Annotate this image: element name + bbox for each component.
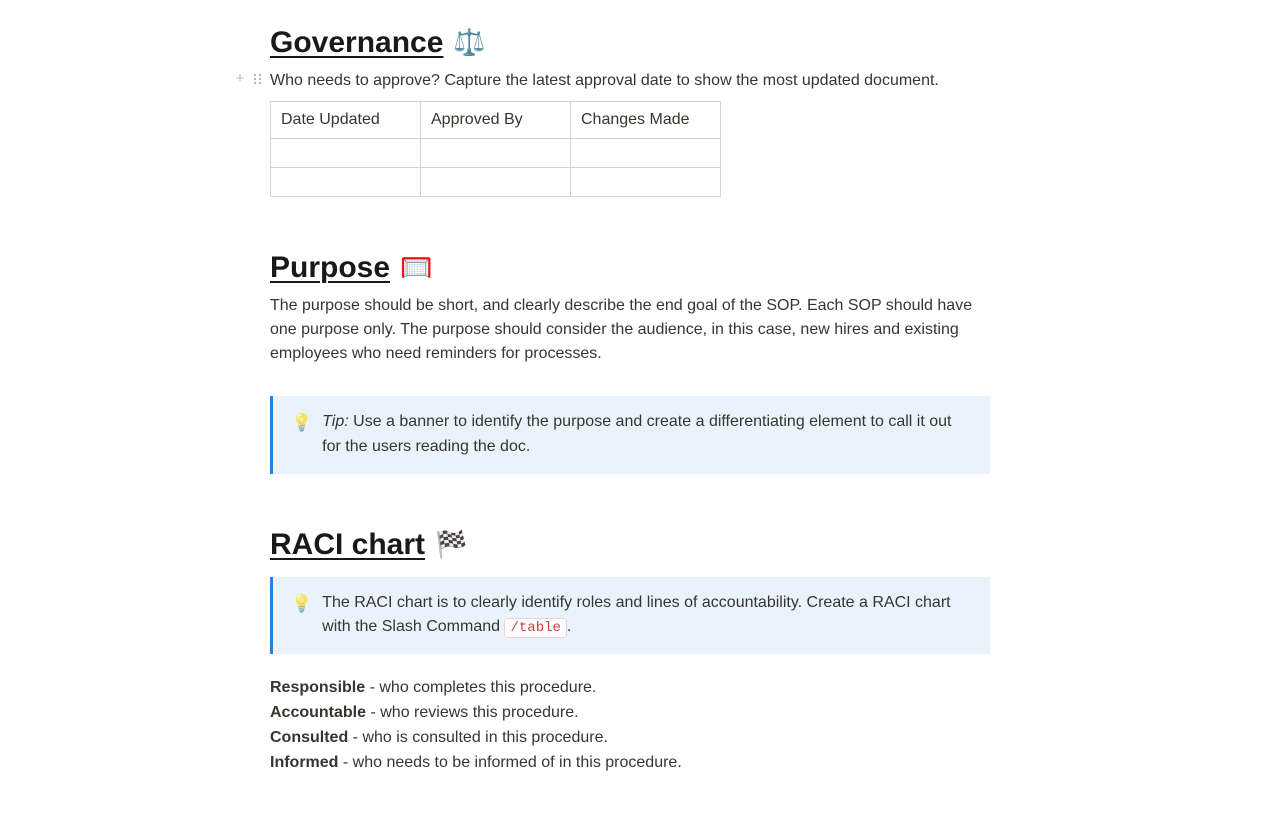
- table-header-row: Date Updated Approved By Changes Made: [271, 102, 721, 139]
- raci-callout[interactable]: 💡 The RACI chart is to clearly identify …: [270, 577, 990, 655]
- slash-command-code: /table: [504, 618, 566, 638]
- raci-section: RACI chart 🏁 💡 The RACI chart is to clea…: [270, 522, 990, 776]
- purpose-body[interactable]: The purpose should be short, and clearly…: [270, 294, 990, 366]
- raci-item-accountable[interactable]: Accountable - who reviews this procedure…: [270, 701, 990, 726]
- drag-handle-icon[interactable]: [250, 71, 266, 87]
- raci-desc: - who completes this procedure.: [365, 679, 596, 696]
- purpose-section: Purpose 🥅 The purpose should be short, a…: [270, 245, 990, 474]
- governance-table[interactable]: Date Updated Approved By Changes Made: [270, 101, 721, 197]
- raci-term: Consulted: [270, 729, 348, 746]
- governance-description-block[interactable]: + Who needs to approve? Capture the late…: [270, 69, 990, 93]
- table-cell[interactable]: [421, 168, 571, 197]
- raci-term: Informed: [270, 754, 338, 771]
- table-header-cell[interactable]: Approved By: [421, 102, 571, 139]
- scales-icon: ⚖️: [453, 23, 485, 62]
- raci-desc: - who is consulted in this procedure.: [348, 729, 608, 746]
- raci-callout-text-after: .: [567, 618, 571, 635]
- governance-description[interactable]: Who needs to approve? Capture the latest…: [270, 69, 990, 93]
- raci-desc: - who reviews this procedure.: [366, 704, 579, 721]
- goal-net-icon: 🥅: [400, 248, 432, 287]
- block-handles: +: [232, 71, 266, 87]
- callout-body: The RACI chart is to clearly identify ro…: [322, 591, 972, 641]
- raci-term: Responsible: [270, 679, 365, 696]
- table-cell[interactable]: [571, 139, 721, 168]
- table-cell[interactable]: [271, 168, 421, 197]
- checkered-flag-icon: 🏁: [435, 525, 467, 564]
- raci-item-responsible[interactable]: Responsible - who completes this procedu…: [270, 676, 990, 701]
- tip-label: Tip:: [322, 413, 349, 430]
- raci-term: Accountable: [270, 704, 366, 721]
- governance-heading[interactable]: Governance ⚖️: [270, 20, 486, 65]
- raci-heading[interactable]: RACI chart 🏁: [270, 522, 467, 567]
- purpose-title-text: Purpose: [270, 245, 390, 290]
- table-cell[interactable]: [421, 139, 571, 168]
- table-row: [271, 168, 721, 197]
- governance-title-text: Governance: [270, 20, 443, 65]
- purpose-tip-callout[interactable]: 💡 Tip: Use a banner to identify the purp…: [270, 396, 990, 474]
- raci-desc: - who needs to be informed of in this pr…: [338, 754, 681, 771]
- lightbulb-icon: 💡: [291, 591, 312, 641]
- document-content: Governance ⚖️ + Who needs to approve? Ca…: [270, 20, 990, 775]
- raci-item-consulted[interactable]: Consulted - who is consulted in this pro…: [270, 726, 990, 751]
- raci-definition-list: Responsible - who completes this procedu…: [270, 676, 990, 775]
- raci-title-text: RACI chart: [270, 522, 425, 567]
- table-cell[interactable]: [271, 139, 421, 168]
- lightbulb-icon: 💡: [291, 410, 312, 460]
- governance-section: Governance ⚖️ + Who needs to approve? Ca…: [270, 20, 990, 197]
- tip-text: Use a banner to identify the purpose and…: [322, 413, 951, 455]
- table-row: [271, 139, 721, 168]
- table-header-cell[interactable]: Changes Made: [571, 102, 721, 139]
- table-header-cell[interactable]: Date Updated: [271, 102, 421, 139]
- raci-item-informed[interactable]: Informed - who needs to be informed of i…: [270, 751, 990, 776]
- table-cell[interactable]: [571, 168, 721, 197]
- raci-callout-text-before: The RACI chart is to clearly identify ro…: [322, 594, 950, 636]
- purpose-heading[interactable]: Purpose 🥅: [270, 245, 432, 290]
- add-block-icon[interactable]: +: [232, 71, 248, 87]
- callout-body: Tip: Use a banner to identify the purpos…: [322, 410, 972, 460]
- document-page: Governance ⚖️ + Who needs to approve? Ca…: [0, 0, 1263, 815]
